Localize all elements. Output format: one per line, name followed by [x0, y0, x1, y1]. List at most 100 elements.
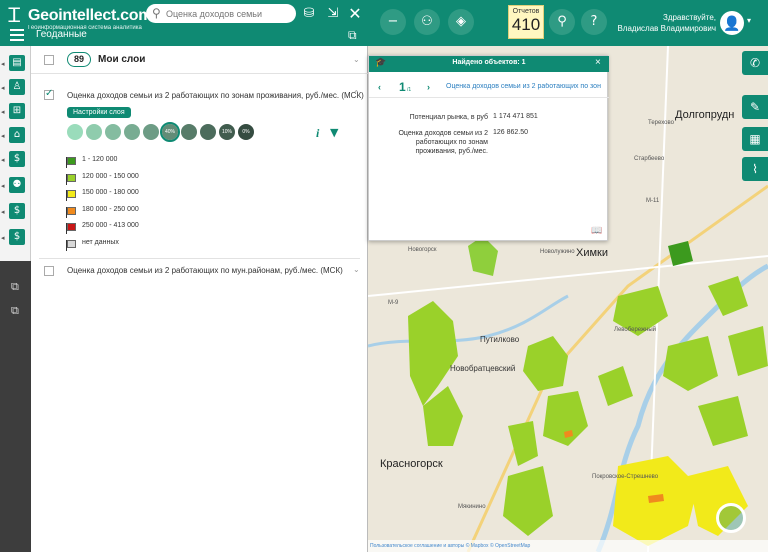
reports-label: Отчетов: [512, 8, 540, 15]
grid-icon[interactable]: ▦: [742, 127, 768, 151]
top-bar: Ꮖ Geointellect.com Геоинформационная сис…: [0, 0, 768, 46]
attribute-value: 1 174 471 851: [493, 113, 538, 120]
rail-dollar-icon[interactable]: $: [9, 229, 25, 245]
layers-toggle-icon[interactable]: ⧉: [348, 28, 357, 43]
zoom-out-button[interactable]: −: [380, 9, 406, 35]
opacity-option[interactable]: 40%: [160, 122, 180, 142]
copy-layers-icon[interactable]: ⧉: [11, 280, 19, 294]
my-layers-row[interactable]: 89 Мои слои ⌄: [31, 46, 368, 74]
map-label: Долгопрудн: [675, 109, 735, 121]
opacity-option[interactable]: [143, 124, 159, 140]
opacity-option[interactable]: [67, 124, 83, 140]
user-avatar[interactable]: 👤: [720, 11, 744, 35]
eraser-icon[interactable]: ✎: [742, 95, 768, 119]
rail-arrow-icon: ◂: [1, 85, 5, 92]
map-label: Новогорск: [408, 247, 437, 253]
opacity-option[interactable]: [86, 124, 102, 140]
rail-arrow-icon: ◂: [1, 109, 5, 116]
phone-icon[interactable]: ✆: [742, 51, 768, 75]
book-icon[interactable]: 📖: [591, 226, 602, 236]
layer1-title[interactable]: Оценка доходов семьи из 2 работающих по …: [67, 91, 364, 100]
user-menu-chevron-icon[interactable]: ▾: [747, 16, 751, 25]
chevron-down-icon[interactable]: ⌄: [353, 265, 360, 274]
user-greeting[interactable]: Здравствуйте, Владислав Владимирович: [596, 12, 716, 34]
flag-icon: [66, 206, 76, 218]
export-icon[interactable]: ⇲: [325, 6, 341, 22]
opacity-option[interactable]: [105, 124, 121, 140]
flag-icon: [66, 239, 76, 251]
rail-bank-icon[interactable]: ⌂: [9, 127, 25, 143]
flag-icon: [66, 173, 76, 185]
close-panel-icon[interactable]: ✕: [347, 6, 363, 22]
map-label: Покровское-Стрешнево: [592, 474, 659, 480]
rail-dollar-icon[interactable]: $: [9, 151, 25, 167]
group-button[interactable]: ⚇: [414, 9, 440, 35]
attribute-name: Оценка доходов семьи из 2 работающих по …: [398, 130, 488, 155]
panel-menu-row: Геоданные ⧉: [0, 26, 368, 46]
popup-layer-name[interactable]: Оценка доходов семьи из 2 работающих по …: [446, 83, 601, 90]
chart-icon[interactable]: ⌇: [742, 157, 768, 181]
opacity-option[interactable]: [181, 124, 197, 140]
logo-figure-icon: Ꮖ: [8, 3, 22, 27]
rail-person-icon[interactable]: ♙: [9, 79, 25, 95]
logo-title: Geointellect.com: [28, 7, 153, 24]
hamburger-menu-icon[interactable]: [10, 29, 24, 43]
rail-bar-chart-icon[interactable]: ▤: [9, 55, 25, 71]
map-label: Путилково: [480, 335, 520, 344]
reports-count: 410: [511, 15, 541, 34]
geodata-label: Геоданные: [36, 29, 87, 40]
stack-icon[interactable]: ⛁: [301, 6, 317, 22]
prev-arrow-icon[interactable]: ‹: [378, 82, 381, 92]
rail-arrow-icon: ◂: [1, 133, 5, 140]
my-layers-label: Мои слои: [98, 54, 146, 65]
opacity-option[interactable]: 10%: [219, 124, 235, 140]
opacity-option[interactable]: 0%: [238, 124, 254, 140]
map-label: Терехово: [648, 120, 674, 126]
info-icon[interactable]: i: [316, 126, 319, 141]
layers-button[interactable]: ◈: [448, 9, 474, 35]
popup-pager: ‹ 1 /1 › Оценка доходов семьи из 2 работ…: [369, 78, 609, 98]
map-label: М-11: [646, 198, 660, 204]
chevron-down-icon[interactable]: ⌄: [353, 55, 360, 64]
close-icon[interactable]: ×: [595, 57, 601, 68]
reports-counter[interactable]: Отчетов 410: [508, 5, 544, 39]
layer1-checkbox[interactable]: [44, 88, 54, 100]
opacity-option[interactable]: [200, 124, 216, 140]
feature-popup: 🎓 Найдено объектов: 1 × ‹ 1 /1 › Оценка …: [368, 55, 609, 241]
flag-icon: [66, 223, 76, 234]
my-layers-count: 89: [67, 52, 91, 67]
greeting-line2: Владислав Владимирович: [617, 24, 716, 33]
opacity-option[interactable]: [124, 124, 140, 140]
rail-cart-icon[interactable]: ⊞: [9, 103, 25, 119]
rail-family-icon[interactable]: ⚉: [9, 177, 25, 193]
layer-settings-button[interactable]: Настройки слоя: [67, 107, 131, 118]
chevron-up-icon[interactable]: ⌃: [353, 89, 360, 98]
layer2-title[interactable]: Оценка доходов семьи из 2 работающих по …: [67, 266, 343, 275]
next-arrow-icon[interactable]: ›: [427, 82, 430, 92]
rail-arrow-icon: ◂: [1, 209, 5, 216]
flag-icon: [66, 190, 76, 201]
filter-icon[interactable]: ▼: [330, 126, 338, 139]
rail-dollar-icon[interactable]: $: [9, 203, 25, 219]
legend-label: 1 - 120 000: [82, 156, 118, 163]
location-ring[interactable]: [716, 503, 746, 533]
search-box[interactable]: ⚲: [146, 4, 296, 23]
legend-label: 180 000 - 250 000: [82, 205, 139, 213]
current-object-number: 1: [399, 80, 406, 94]
search-icon[interactable]: ⚲: [152, 6, 161, 20]
popup-header: 🎓 Найдено объектов: 1 ×: [369, 56, 609, 72]
search-button[interactable]: ⚲: [549, 9, 575, 35]
layer2-checkbox[interactable]: [44, 266, 54, 276]
my-layers-checkbox[interactable]: [44, 55, 54, 65]
map-attribution[interactable]: Пользовательское соглашение и авторы © M…: [368, 540, 768, 552]
legend-label: 120 000 - 150 000: [82, 172, 139, 180]
duplicate-icon[interactable]: ⧉: [11, 304, 19, 318]
search-input[interactable]: [166, 6, 290, 21]
rail-arrow-icon: ◂: [1, 157, 5, 164]
legend-label: 150 000 - 180 000: [82, 189, 139, 196]
flag-icon: [66, 157, 76, 168]
left-tool-rail: ◂ ▤ ◂ ♙ ◂ ⊞ ◂ ⌂ ◂ $ ◂ ⚉ ◂ $ ◂ $ ⧉ ⧉: [0, 46, 31, 552]
map-label: Мякинино: [458, 504, 486, 510]
logo[interactable]: Ꮖ Geointellect.com Геоинформационная сис…: [8, 3, 152, 31]
legend-label: 250 000 - 413 000: [82, 222, 139, 229]
